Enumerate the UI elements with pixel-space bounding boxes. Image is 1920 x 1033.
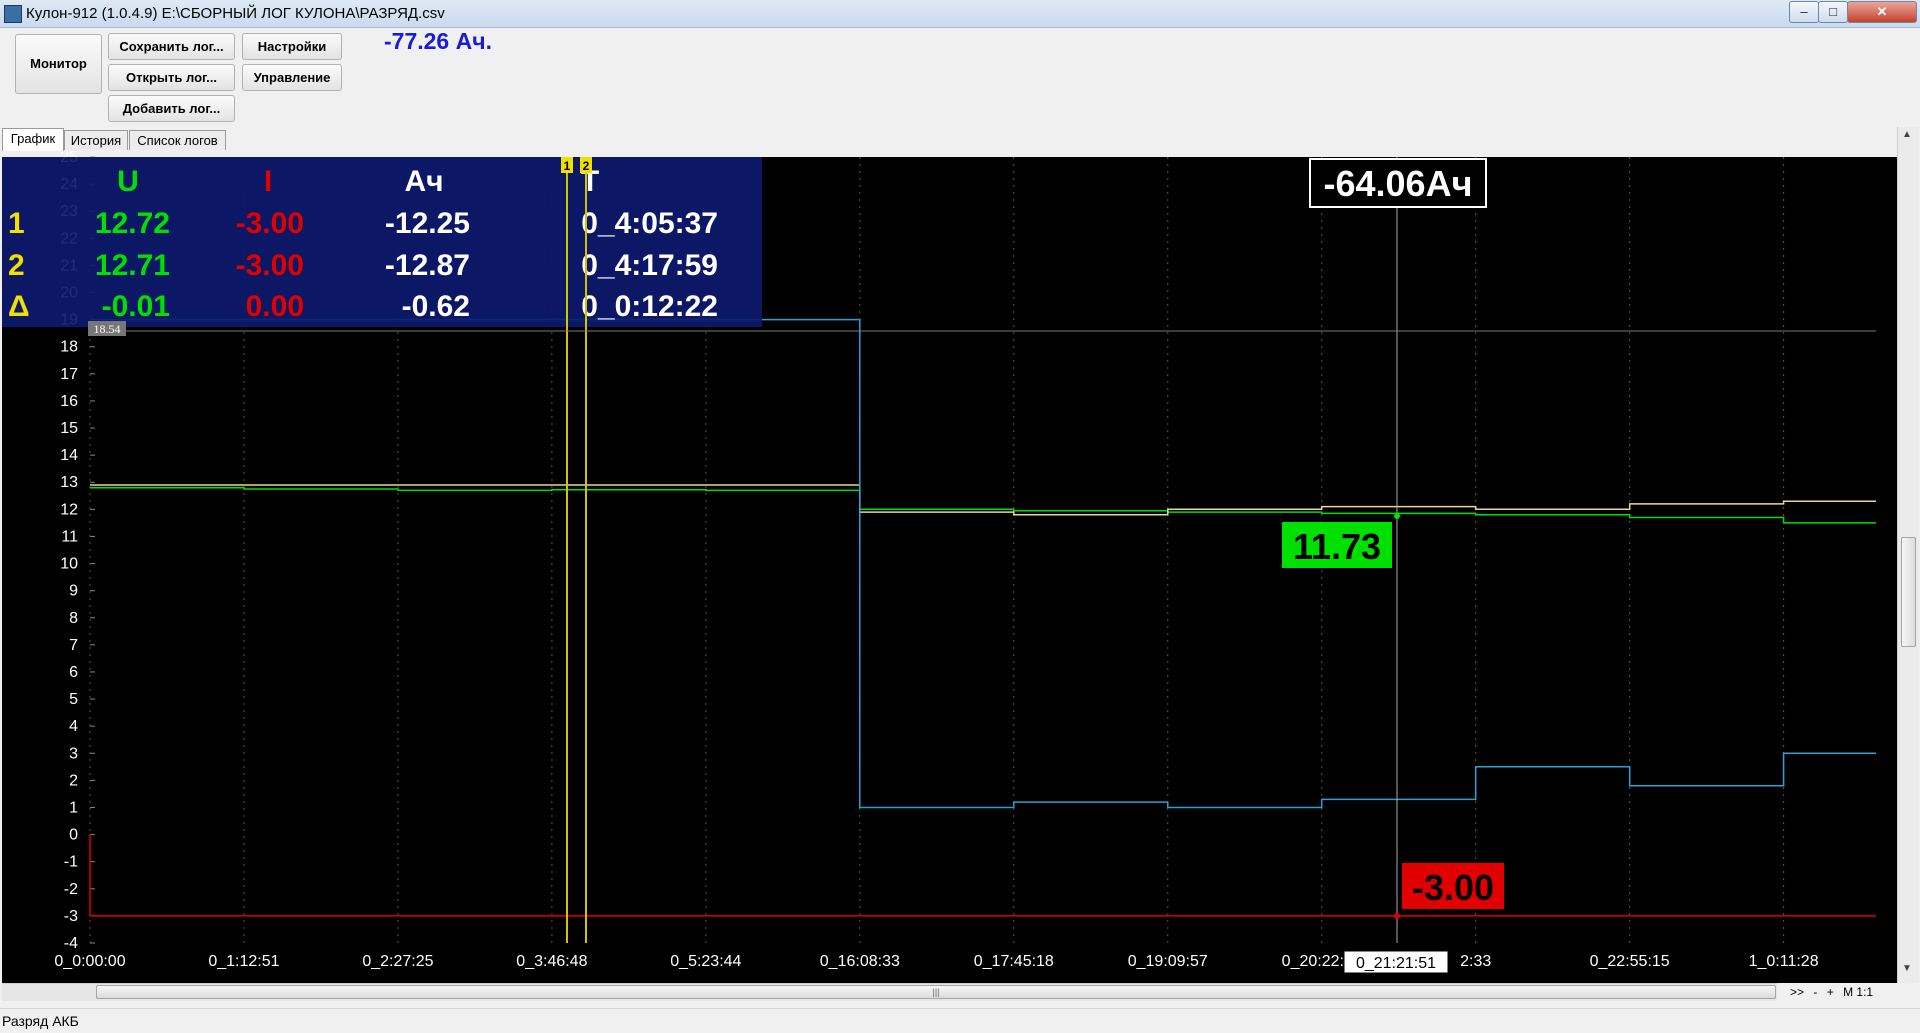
- y-tick-label: 2: [69, 772, 78, 789]
- chart[interactable]: 2524232221201918171615141312111098765432…: [0, 151, 1897, 983]
- panel-value-ah: -0.62: [402, 290, 470, 323]
- panel-header-2: Ач: [404, 165, 443, 198]
- zoom-next-button[interactable]: >>: [1790, 985, 1804, 999]
- panel-value-ah: -12.25: [385, 207, 470, 240]
- y-tick-label: 14: [60, 447, 78, 464]
- y-tick-label: 4: [69, 718, 78, 735]
- y-tick-label: 5: [69, 691, 78, 708]
- app-icon: [4, 5, 22, 23]
- y-tick-label: 6: [69, 664, 78, 681]
- y-tick-label: 17: [60, 366, 78, 383]
- panel-row-label: 1: [8, 207, 25, 240]
- save-log-button[interactable]: Сохранить лог...: [108, 33, 235, 60]
- vertical-scrollbar[interactable]: ▲ ▼: [1897, 127, 1919, 983]
- zoom-out-button[interactable]: -: [1813, 985, 1817, 999]
- x-tick-label: 0_17:45:18: [974, 953, 1054, 970]
- panel-value-t: 0_4:17:59: [581, 249, 718, 282]
- x-tick-label: 1_0:11:28: [1749, 953, 1819, 970]
- panel-value-u: -0.01: [102, 290, 170, 323]
- title-bar: Кулон-912 (1.0.4.9) E:\СБОРНЫЙ ЛОГ КУЛОН…: [0, 0, 1920, 28]
- y-tick-label: 18: [60, 339, 78, 356]
- zoom-controls: >> - + M 1:1: [1790, 985, 1879, 999]
- x-tick-label: 0_3:46:48: [516, 953, 587, 970]
- x-tick-label: 0_16:08:33: [820, 953, 900, 970]
- y-tick-label: -2: [64, 881, 78, 898]
- tab-history[interactable]: История: [64, 130, 128, 150]
- y-tick-label: -4: [64, 935, 78, 952]
- panel-value-ah: -12.87: [385, 249, 470, 282]
- y-tick-label: 15: [60, 420, 78, 437]
- add-log-button[interactable]: Добавить лог...: [108, 95, 235, 122]
- vertical-scroll-thumb[interactable]: [1901, 537, 1916, 647]
- x-tick-label: 0_5:23:44: [670, 953, 741, 970]
- total-ah-readout: -77.26 Ач.: [384, 28, 492, 54]
- panel-value-t: 0_4:05:37: [581, 207, 718, 240]
- y-tick-label: 0: [69, 827, 78, 844]
- zoom-scale-label: M 1:1: [1843, 985, 1874, 999]
- y-tick-label: -1: [64, 854, 78, 871]
- panel-value-u: 12.71: [95, 249, 170, 282]
- x-tick-label: 0_1:12:51: [208, 953, 279, 970]
- left-marker-value: 18.54: [94, 322, 121, 336]
- y-tick-label: 7: [69, 637, 78, 654]
- panel-header-0: U: [117, 165, 139, 198]
- x-tick-label: 0_19:09:57: [1128, 953, 1208, 970]
- panel-row-label: 2: [8, 249, 25, 282]
- settings-button[interactable]: Настройки: [242, 33, 342, 60]
- horizontal-scrollbar[interactable]: |||: [2, 983, 1777, 1001]
- ah-readout: -64.06Ач: [1324, 163, 1473, 204]
- time-readout: 0_21:21:51: [1356, 955, 1436, 972]
- current-cursor-dot: [1394, 913, 1400, 919]
- panel-value-u: 12.72: [95, 207, 170, 240]
- horizontal-scroll-thumb[interactable]: |||: [96, 985, 1776, 999]
- x-tick-label: 2:33: [1460, 953, 1491, 970]
- tab-log-list[interactable]: Список логов: [129, 130, 226, 150]
- x-tick-label: 0_0:00:00: [54, 953, 125, 970]
- maximize-button[interactable]: □: [1818, 1, 1848, 23]
- cursor-marker-label: 1: [564, 159, 571, 173]
- y-tick-label: 16: [60, 393, 78, 410]
- status-text: Разряд АКБ: [2, 1013, 79, 1029]
- close-button[interactable]: ✕: [1847, 1, 1917, 23]
- y-tick-label: 3: [69, 745, 78, 762]
- y-tick-label: 12: [60, 501, 78, 518]
- y-tick-label: 8: [69, 610, 78, 627]
- tab-graph[interactable]: График: [2, 128, 64, 151]
- x-tick-label: 0_22:55:15: [1590, 953, 1670, 970]
- panel-value-i: -3.00: [236, 249, 304, 282]
- voltage-cursor-dot: [1394, 513, 1400, 519]
- voltage-readout: 11.73: [1293, 526, 1381, 567]
- y-tick-label: 9: [69, 583, 78, 600]
- window-title: Кулон-912 (1.0.4.9) E:\СБОРНЫЙ ЛОГ КУЛОН…: [26, 5, 445, 22]
- y-tick-label: 10: [60, 556, 78, 573]
- zoom-fit-button[interactable]: +: [1827, 985, 1834, 999]
- minimize-button[interactable]: –: [1789, 1, 1819, 23]
- current-readout: -3.00: [1412, 867, 1494, 908]
- y-tick-label: 11: [61, 528, 78, 545]
- status-bar: Разряд АКБ: [0, 1008, 1920, 1033]
- panel-header-1: I: [264, 165, 272, 198]
- cursor-marker-label: 2: [583, 159, 590, 173]
- panel-row-label: Δ: [8, 290, 30, 323]
- x-tick-label: 0_2:27:25: [362, 953, 433, 970]
- panel-value-i: 0.00: [246, 290, 304, 323]
- y-tick-label: -3: [64, 908, 78, 925]
- panel-value-i: -3.00: [236, 207, 304, 240]
- scroll-down-icon[interactable]: ▼: [1902, 963, 1912, 974]
- open-log-button[interactable]: Открыть лог...: [108, 64, 235, 91]
- y-tick-label: 1: [69, 799, 78, 816]
- control-button[interactable]: Управление: [242, 64, 342, 91]
- scroll-up-icon[interactable]: ▲: [1902, 129, 1912, 140]
- y-tick-label: 13: [60, 474, 78, 491]
- panel-value-t: 0_0:12:22: [581, 290, 718, 323]
- monitor-button[interactable]: Монитор: [15, 34, 102, 94]
